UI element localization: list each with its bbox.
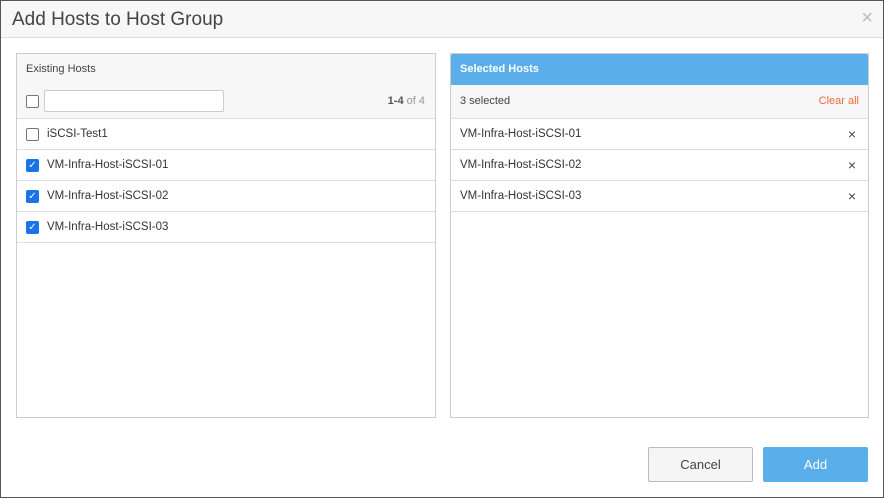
selected-host-row: VM-Infra-Host-iSCSI-01 × (451, 119, 868, 150)
host-label: VM-Infra-Host-iSCSI-01 (47, 159, 169, 171)
dialog-title: Add Hosts to Host Group (12, 9, 224, 30)
dialog-header: Add Hosts to Host Group × (1, 1, 883, 38)
remove-icon[interactable]: × (848, 188, 856, 204)
add-hosts-dialog: Add Hosts to Host Group × Existing Hosts… (0, 0, 884, 498)
selected-host-label: VM-Infra-Host-iSCSI-02 (460, 159, 582, 171)
selected-hosts-panel: Selected Hosts 3 selected Clear all VM-I… (450, 53, 869, 418)
existing-hosts-panel: Existing Hosts 1-4 of 4 iSCSI-Test1 ✓ VM-I… (16, 53, 436, 418)
selected-host-label: VM-Infra-Host-iSCSI-03 (460, 190, 582, 202)
host-row[interactable]: ✓ VM-Infra-Host-iSCSI-01 (17, 150, 435, 181)
selected-hosts-toolbar: 3 selected Clear all (451, 85, 868, 119)
host-row[interactable]: iSCSI-Test1 (17, 119, 435, 150)
clear-all-link[interactable]: Clear all (819, 95, 859, 107)
existing-hosts-toolbar: 1-4 of 4 (17, 85, 435, 119)
remove-icon[interactable]: × (848, 126, 856, 142)
host-checkbox[interactable]: ✓ (26, 221, 39, 234)
selected-host-label: VM-Infra-Host-iSCSI-01 (460, 128, 582, 140)
close-icon[interactable]: × (861, 7, 873, 30)
host-label: VM-Infra-Host-iSCSI-03 (47, 221, 169, 233)
select-all-checkbox[interactable] (26, 95, 39, 108)
selected-host-row: VM-Infra-Host-iSCSI-03 × (451, 181, 868, 212)
host-checkbox[interactable] (26, 128, 39, 141)
selected-count: 3 selected (460, 95, 511, 107)
selected-host-row: VM-Infra-Host-iSCSI-02 × (451, 150, 868, 181)
add-button[interactable]: Add (763, 447, 868, 482)
existing-hosts-title: Existing Hosts (17, 54, 435, 85)
host-label: VM-Infra-Host-iSCSI-02 (47, 190, 169, 202)
host-row[interactable]: ✓ VM-Infra-Host-iSCSI-02 (17, 181, 435, 212)
total: of 4 (406, 95, 425, 107)
remove-icon[interactable]: × (848, 157, 856, 173)
selected-hosts-title: Selected Hosts (451, 54, 868, 85)
cancel-button[interactable]: Cancel (648, 447, 753, 482)
filter-input[interactable] (44, 90, 224, 112)
host-row[interactable]: ✓ VM-Infra-Host-iSCSI-03 (17, 212, 435, 243)
pagination-count: 1-4 of 4 (388, 95, 425, 107)
host-checkbox[interactable]: ✓ (26, 159, 39, 172)
host-label: iSCSI-Test1 (47, 128, 108, 140)
host-checkbox[interactable]: ✓ (26, 190, 39, 203)
range: 1-4 (387, 95, 404, 107)
